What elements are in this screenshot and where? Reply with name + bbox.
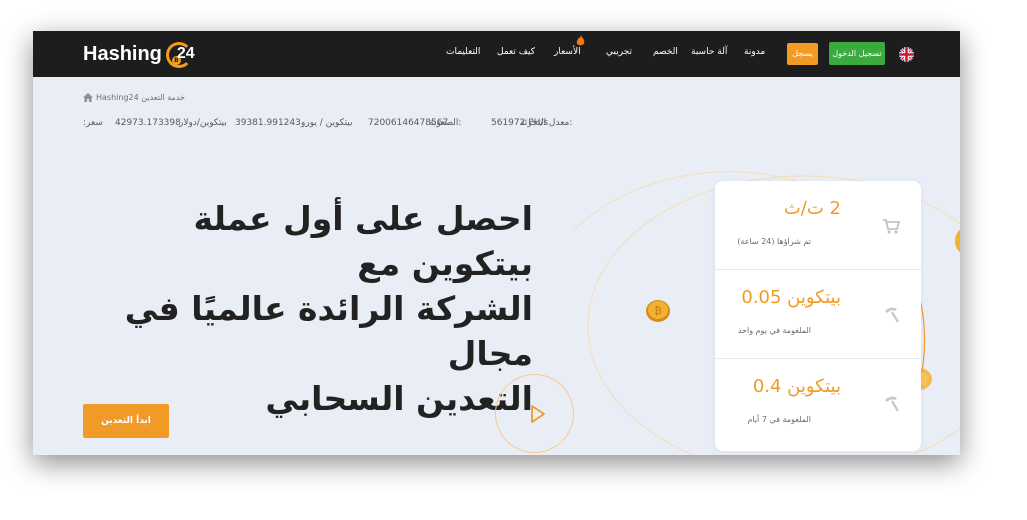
card-value: بيتكوين 0.4 <box>752 376 841 397</box>
breadcrumb: Hashing24 خدمة التعدين <box>83 93 185 102</box>
stats-card-row: بيتكوين 0.4 الملغومة في 7 أيام <box>715 359 921 448</box>
btc-usd-label: بيتكوين/دولار <box>179 118 227 128</box>
browser-viewport: Hashing B 24 التعليمات كيف تعمل الأسعار … <box>33 31 960 455</box>
nav-item-discount[interactable]: الخصم <box>653 47 678 57</box>
hero-title-line-2: الشركة الرائدة عالميًا في مجال <box>124 289 533 373</box>
card-value: 2 ت/ث <box>783 198 841 219</box>
pickaxe-icon <box>885 396 899 412</box>
breadcrumb-text[interactable]: Hashing24 خدمة التعدين <box>96 93 185 102</box>
btc-usd-value: 42973.173398 <box>115 118 181 128</box>
difficulty-value: 72006146478567 <box>368 118 449 128</box>
card-subtitle: تم شراؤها (24 ساعة) <box>737 237 811 246</box>
nav-item-trial[interactable]: تجريبي <box>606 47 632 57</box>
top-navbar: Hashing B 24 التعليمات كيف تعمل الأسعار … <box>33 31 960 77</box>
stats-card-row: 2 ت/ث تم شراؤها (24 ساعة) <box>715 181 921 270</box>
uk-flag-icon[interactable] <box>899 47 914 62</box>
signup-button[interactable]: يسجل <box>787 43 818 65</box>
bitcoin-coin-icon: ₿ <box>646 300 670 322</box>
stats-card: 2 ت/ث تم شراؤها (24 ساعة) بيتكوين 0.05 ا… <box>715 181 921 451</box>
login-button[interactable]: تسجيل الدخول <box>829 42 885 65</box>
nav-item-instructions[interactable]: التعليمات <box>446 47 480 57</box>
hero-title: احصل على أول عملة بيتكوين مع الشركة الرا… <box>83 196 533 421</box>
hashrate-value: 561972 PH/s <box>491 118 549 128</box>
fire-icon <box>576 35 585 46</box>
start-mining-button[interactable]: ابدأ التعدين <box>83 404 169 438</box>
svg-text:₿: ₿ <box>654 305 661 317</box>
play-icon[interactable] <box>529 404 547 424</box>
price-label: :سعر <box>83 118 103 128</box>
nav-item-calculator[interactable]: آلة حاسبة <box>691 47 727 57</box>
cart-icon <box>883 219 901 234</box>
logo[interactable]: Hashing B 24 <box>83 39 195 69</box>
nav-item-blog[interactable]: مدونة <box>744 47 765 57</box>
hero-title-line-1: احصل على أول عملة بيتكوين مع <box>193 199 533 283</box>
nav-item-prices[interactable]: الأسعار <box>554 47 581 57</box>
logo-badge-icon: B 24 <box>164 39 195 69</box>
btc-eur-value: 39381.991243 <box>235 118 301 128</box>
btc-eur-label: بيتكوين / يورو <box>301 118 353 128</box>
card-value: بيتكوين 0.05 <box>741 287 841 308</box>
logo-text: Hashing <box>83 42 162 65</box>
card-subtitle: الملغومة في 7 أيام <box>747 415 811 424</box>
home-icon[interactable] <box>83 93 93 102</box>
nav-item-how-it-works[interactable]: كيف تعمل <box>497 47 535 57</box>
stats-card-row: بيتكوين 0.05 الملغومة في يوم واحد <box>715 270 921 359</box>
card-subtitle: الملغومة في يوم واحد <box>737 326 811 335</box>
pickaxe-icon <box>885 307 899 323</box>
logo-number: 24 <box>176 45 195 62</box>
